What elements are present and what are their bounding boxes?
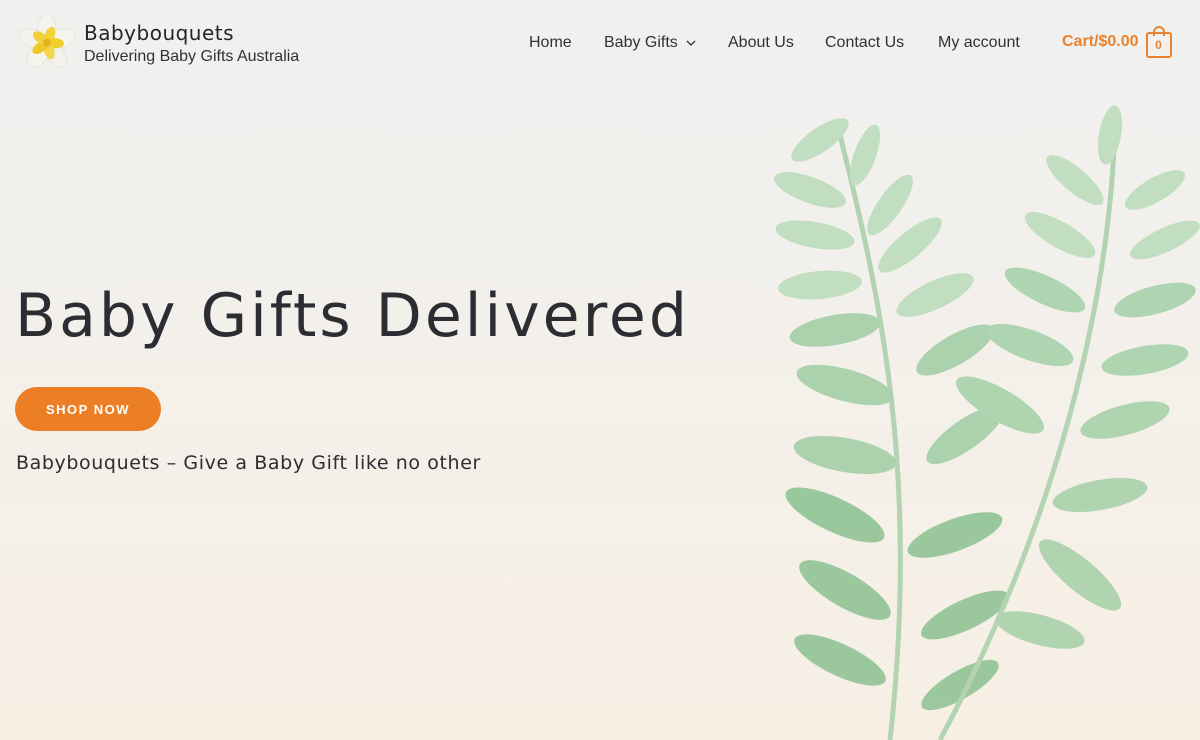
site-header: Babybouquets Delivering Baby Gifts Austr… — [0, 0, 1200, 88]
nav-item-label: Home — [529, 34, 572, 51]
cart-link[interactable]: Cart/$0.00 0 — [1062, 26, 1173, 58]
main-navigation: Home Baby Gifts About Us Contact Us My a… — [0, 30, 1200, 56]
watercolor-leaves-illustration — [774, 105, 1200, 740]
shopping-bag-icon[interactable]: 0 — [1145, 26, 1173, 58]
nav-item-about-us[interactable]: About Us — [728, 30, 794, 56]
cart-total[interactable]: Cart/$0.00 — [1062, 26, 1139, 58]
nav-item-my-account[interactable]: My account — [938, 30, 1020, 56]
nav-item-label: My account — [938, 34, 1020, 51]
nav-item-contact-us[interactable]: Contact Us — [825, 30, 904, 56]
shop-now-button[interactable]: SHOP NOW — [15, 387, 161, 431]
nav-item-home[interactable]: Home — [529, 30, 572, 56]
hero-title: Baby Gifts Delivered — [15, 281, 690, 351]
nav-item-baby-gifts[interactable]: Baby Gifts — [604, 30, 696, 56]
chevron-down-icon[interactable] — [686, 39, 696, 47]
nav-item-label: About Us — [728, 34, 794, 51]
nav-item-label: Contact Us — [825, 34, 905, 51]
cart-count-badge: 0 — [1155, 38, 1162, 52]
nav-item-label: Baby Gifts — [604, 34, 678, 51]
hero-subtitle: Babybouquets – Give a Baby Gift like no … — [16, 452, 481, 474]
